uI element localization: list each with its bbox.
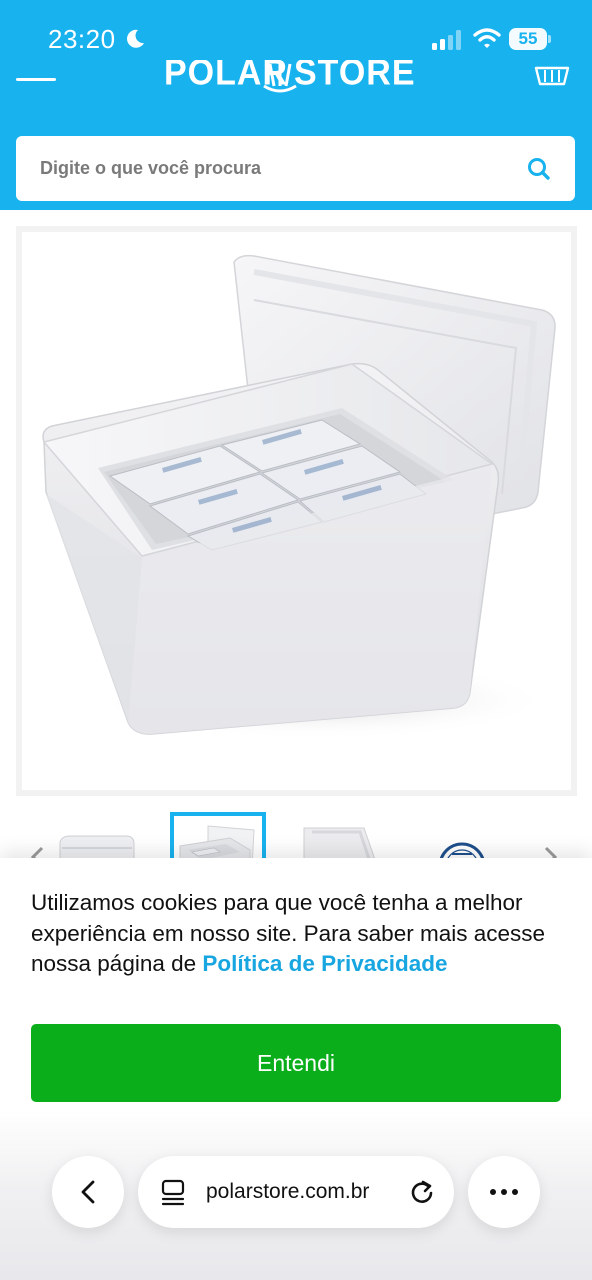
page: 23:20 55 POLAR STORE Digite o que você p… — [0, 0, 592, 1280]
product-image-frame — [16, 226, 577, 796]
menu-icon — [16, 78, 56, 81]
battery-level: 55 — [518, 29, 538, 48]
more-options-button[interactable] — [468, 1156, 540, 1228]
cart-icon[interactable] — [534, 64, 570, 88]
battery-tip — [548, 35, 551, 43]
status-bar: 23:20 55 — [0, 0, 592, 60]
accept-cookies-button[interactable]: Entendi — [31, 1024, 561, 1102]
cellular-signal-icon — [432, 30, 461, 50]
cookie-message: Utilizamos cookies para que você tenha a… — [31, 888, 571, 980]
privacy-policy-link[interactable]: Política de Privacidade — [202, 951, 447, 976]
status-time: 23:20 — [48, 24, 116, 54]
more-icon — [490, 1189, 518, 1195]
battery-icon: 55 — [509, 28, 551, 50]
url-text: polarstore.com.br — [206, 1180, 370, 1203]
back-button[interactable] — [52, 1156, 124, 1228]
logo-text-right: STORE — [294, 60, 416, 93]
site-header: 23:20 55 POLAR STORE Digite o que você p… — [0, 0, 592, 210]
menu-button[interactable] — [16, 66, 58, 90]
tabs-icon — [161, 1179, 185, 1206]
product-image[interactable] — [22, 232, 571, 790]
wifi-icon — [473, 28, 501, 48]
polar-store-logo[interactable]: POLAR STORE — [164, 60, 416, 100]
search-icon[interactable] — [524, 154, 554, 184]
search-input[interactable] — [16, 136, 506, 201]
address-bar[interactable]: polarstore.com.br — [138, 1156, 454, 1228]
back-icon — [81, 1180, 95, 1204]
search-box — [16, 136, 575, 201]
reload-icon[interactable] — [408, 1178, 436, 1206]
moon-icon — [127, 29, 144, 48]
